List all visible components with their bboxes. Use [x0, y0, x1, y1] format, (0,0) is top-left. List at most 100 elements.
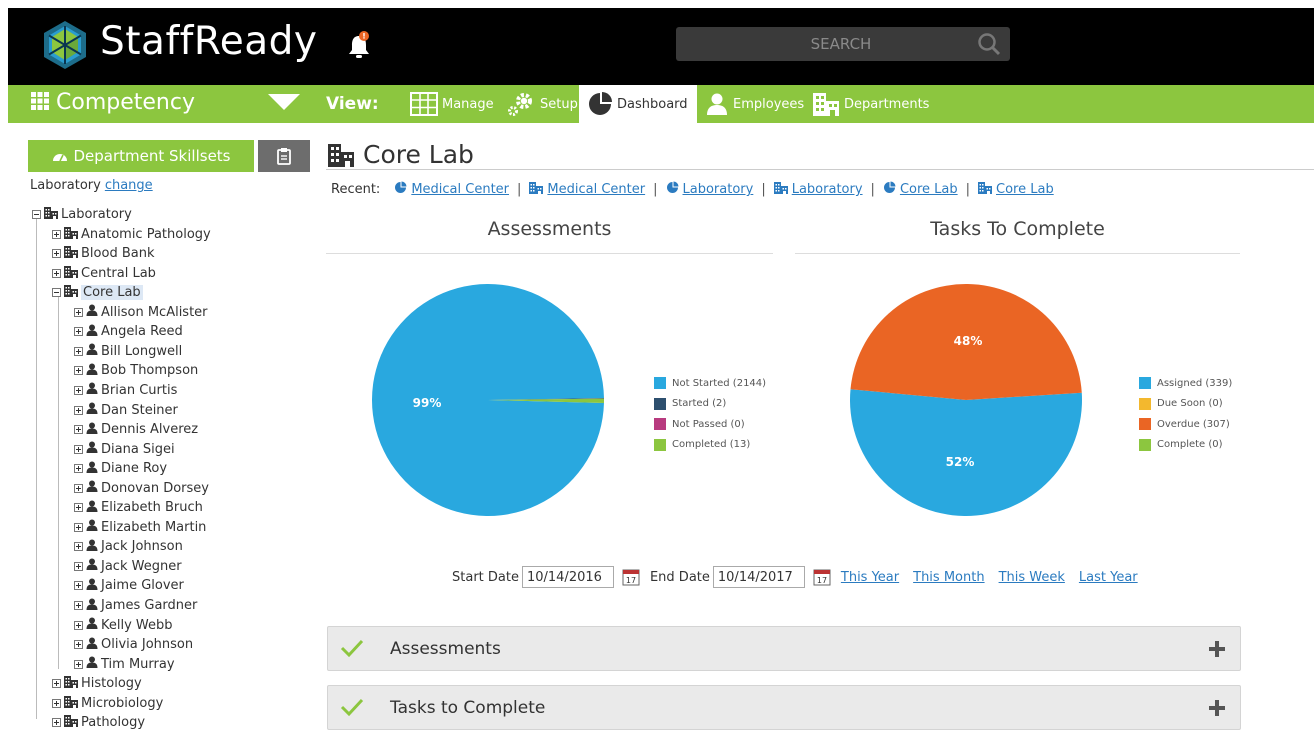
- nav-manage[interactable]: Manage: [402, 85, 502, 123]
- tree-employee-item[interactable]: Angela Reed: [74, 322, 183, 341]
- expand-plus-icon[interactable]: [1208, 640, 1226, 658]
- collapse-icon[interactable]: [32, 210, 41, 219]
- assessments-pie-chart[interactable]: 99%: [370, 282, 606, 518]
- nav-setup[interactable]: Setup: [498, 85, 586, 123]
- expand-icon[interactable]: [74, 503, 83, 513]
- tasks-accordion[interactable]: Tasks to Complete: [327, 685, 1241, 730]
- check-icon: [340, 698, 364, 717]
- this-week-link[interactable]: This Week: [999, 570, 1065, 585]
- building-icon: [529, 181, 544, 198]
- tree-department-item[interactable]: Pathology: [52, 713, 145, 732]
- tree-department-item[interactable]: Microbiology: [52, 694, 163, 713]
- tree-employee-item[interactable]: Kelly Webb: [74, 616, 173, 635]
- notification-bell-icon[interactable]: [346, 30, 372, 60]
- tree-employee-item[interactable]: Bill Longwell: [74, 342, 182, 361]
- tree-department-item[interactable]: Anatomic Pathology: [52, 225, 211, 244]
- tree-employee-item[interactable]: Allison McAlister: [74, 303, 208, 322]
- legend-item[interactable]: Overdue (307): [1139, 414, 1232, 435]
- expand-icon[interactable]: [74, 366, 83, 376]
- tree-employee-item[interactable]: Jaime Glover: [74, 576, 184, 595]
- tree-department-item[interactable]: Core Lab: [52, 283, 143, 302]
- expand-icon[interactable]: [74, 405, 83, 415]
- legend-item[interactable]: Due Soon (0): [1139, 394, 1232, 415]
- search-icon[interactable]: [976, 31, 1002, 57]
- legend-item[interactable]: Complete (0): [1139, 435, 1232, 456]
- tree-employee-item[interactable]: Donovan Dorsey: [74, 479, 209, 498]
- module-dropdown-arrow-icon[interactable]: [268, 94, 300, 110]
- expand-icon[interactable]: [74, 425, 83, 435]
- expand-icon[interactable]: [74, 640, 83, 650]
- expand-icon[interactable]: [74, 346, 83, 356]
- tree-employee-item[interactable]: Dan Steiner: [74, 401, 178, 420]
- calendar-icon[interactable]: 17: [622, 568, 640, 586]
- tree-department-item[interactable]: Blood Bank: [52, 244, 154, 263]
- tree-department-item[interactable]: Histology: [52, 674, 142, 693]
- recent-link[interactable]: Medical Center: [547, 182, 645, 197]
- expand-icon[interactable]: [74, 327, 83, 337]
- expand-icon[interactable]: [74, 620, 83, 630]
- clipboard-button[interactable]: [258, 140, 310, 172]
- search-input[interactable]: [676, 27, 966, 61]
- tree-employee-item[interactable]: Elizabeth Bruch: [74, 498, 203, 517]
- expand-icon[interactable]: [52, 229, 61, 239]
- this-month-link[interactable]: This Month: [913, 570, 984, 585]
- legend-label: Started (2): [672, 398, 727, 410]
- expand-icon[interactable]: [74, 561, 83, 571]
- recent-link[interactable]: Core Lab: [900, 182, 958, 197]
- this-year-link[interactable]: This Year: [841, 570, 899, 585]
- expand-icon[interactable]: [74, 601, 83, 610]
- tree-employee-item[interactable]: Bob Thompson: [74, 361, 198, 380]
- tree-department-item[interactable]: Central Lab: [52, 264, 156, 283]
- legend-item[interactable]: Not Passed (0): [654, 414, 766, 435]
- tasks-pie-chart[interactable]: 52% 48%: [848, 282, 1084, 518]
- expand-icon[interactable]: [74, 464, 83, 474]
- legend-item[interactable]: Completed (13): [654, 435, 766, 456]
- recent-link[interactable]: Laboratory: [792, 182, 863, 197]
- expand-icon[interactable]: [74, 385, 83, 395]
- tree-employee-item[interactable]: Elizabeth Martin: [74, 518, 206, 537]
- nav-departments[interactable]: Departments: [804, 85, 937, 123]
- legend-item[interactable]: Not Started (2144): [654, 373, 766, 394]
- expand-icon[interactable]: [52, 679, 61, 689]
- expand-icon[interactable]: [74, 483, 83, 493]
- department-skillsets-button[interactable]: Department Skillsets: [28, 140, 254, 172]
- last-year-link[interactable]: Last Year: [1079, 570, 1138, 585]
- module-selector[interactable]: Competency: [30, 90, 195, 115]
- tree-employee-item[interactable]: Tim Murray: [74, 655, 175, 674]
- expand-icon[interactable]: [74, 542, 83, 552]
- tree-employee-item[interactable]: Jack Johnson: [74, 537, 183, 556]
- expand-icon[interactable]: [52, 718, 61, 728]
- pie-slice[interactable]: [850, 389, 1082, 516]
- start-date-input[interactable]: [521, 566, 614, 588]
- legend-item[interactable]: Assigned (339): [1139, 373, 1232, 394]
- nav-employees[interactable]: Employees: [697, 85, 812, 123]
- expand-icon[interactable]: [52, 268, 61, 278]
- tree-employee-item[interactable]: Brian Curtis: [74, 381, 177, 400]
- recent-link[interactable]: Laboratory: [683, 182, 754, 197]
- expand-icon[interactable]: [52, 698, 61, 708]
- recent-link[interactable]: Medical Center: [411, 182, 509, 197]
- tree-employee-item[interactable]: James Gardner: [74, 596, 197, 615]
- expand-icon[interactable]: [74, 659, 83, 669]
- calendar-icon[interactable]: 17: [813, 568, 831, 586]
- tree-employee-item[interactable]: Diane Roy: [74, 459, 167, 478]
- tree-employee-item[interactable]: Diana Sigei: [74, 440, 175, 459]
- expand-icon[interactable]: [52, 249, 61, 259]
- staffready-logo-icon[interactable]: [42, 20, 88, 70]
- expand-icon[interactable]: [74, 444, 83, 454]
- tree-employee-item[interactable]: Olivia Johnson: [74, 635, 193, 654]
- expand-icon[interactable]: [74, 522, 83, 532]
- tree-employee-item[interactable]: Jack Wegner: [74, 557, 182, 576]
- assessments-accordion[interactable]: Assessments: [327, 626, 1241, 671]
- recent-link[interactable]: Core Lab: [996, 182, 1054, 197]
- expand-plus-icon[interactable]: [1208, 699, 1226, 717]
- tree-department-item[interactable]: Laboratory: [32, 205, 132, 224]
- expand-icon[interactable]: [74, 307, 83, 317]
- tree-employee-item[interactable]: Dennis Alverez: [74, 420, 198, 439]
- expand-icon[interactable]: [74, 581, 83, 591]
- nav-dashboard[interactable]: Dashboard: [579, 85, 697, 123]
- end-date-input[interactable]: [712, 566, 805, 588]
- collapse-icon[interactable]: [52, 288, 61, 298]
- change-location-link[interactable]: change: [105, 178, 153, 193]
- legend-item[interactable]: Started (2): [654, 394, 766, 415]
